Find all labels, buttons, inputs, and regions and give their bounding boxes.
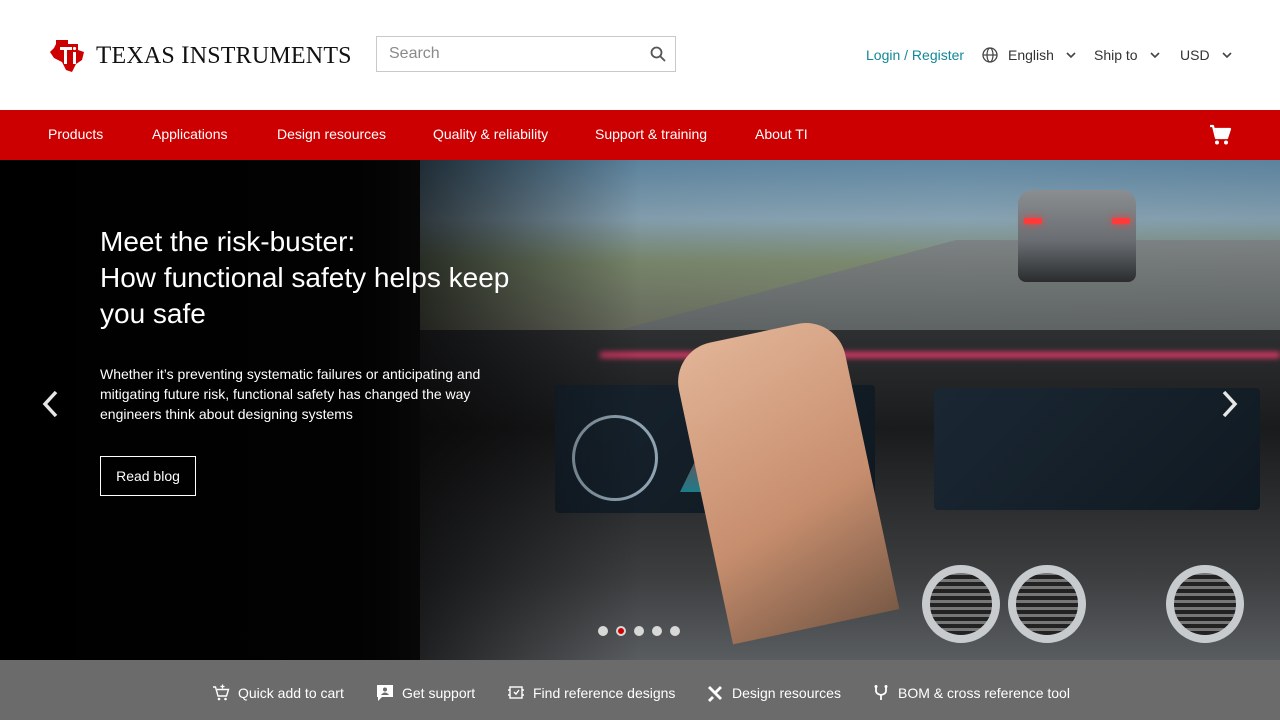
main-nav: Products Applications Design resources Q… [0, 110, 1280, 160]
carousel-dot[interactable] [598, 626, 608, 636]
globe-icon [982, 47, 998, 63]
nav-item-quality-reliability[interactable]: Quality & reliability [433, 126, 548, 142]
carousel-dot-active[interactable] [616, 626, 626, 636]
read-blog-label: Read blog [116, 468, 180, 484]
quick-links-bar: Quick add to cart Get support Find refer… [0, 660, 1280, 720]
tools-icon [708, 686, 722, 702]
brand-wordmark: TEXAS INSTRUMENTS [96, 42, 352, 69]
ti-logo[interactable]: TEXAS INSTRUMENTS [48, 36, 352, 76]
ship-to-label: Ship to [1094, 47, 1138, 63]
car-taillight [1024, 218, 1042, 224]
nav-item-products[interactable]: Products [48, 126, 103, 142]
hero-title-line-1: Meet the risk-buster: [100, 226, 356, 257]
ti-state-logo-icon [50, 40, 84, 72]
nav-item-applications[interactable]: Applications [152, 126, 228, 142]
reference-design-icon [508, 686, 524, 699]
find-reference-designs-label: Find reference designs [533, 685, 676, 701]
cart-icon[interactable] [1208, 123, 1232, 147]
get-support-label: Get support [402, 685, 476, 701]
login-register-link[interactable]: Login / Register [866, 44, 964, 66]
currency-label: USD [1180, 47, 1210, 63]
search-icon[interactable] [649, 45, 667, 63]
nav-item-design-resources[interactable]: Design resources [277, 126, 386, 142]
hero-image-car [1018, 190, 1136, 282]
bom-cross-reference-link[interactable]: BOM & cross reference tool [872, 684, 1070, 702]
carousel-prev-icon[interactable] [38, 387, 64, 421]
hero-image-air-vent [1008, 565, 1086, 643]
find-reference-designs-link[interactable]: Find reference designs [507, 684, 675, 702]
design-resources-label: Design resources [732, 685, 841, 701]
hero-image-air-vent [1166, 565, 1244, 643]
chevron-down-icon [1221, 52, 1232, 59]
carousel-indicators [598, 626, 680, 636]
carousel-next-icon[interactable] [1216, 387, 1242, 421]
read-blog-button[interactable]: Read blog [100, 456, 196, 496]
chevron-down-icon [1150, 52, 1160, 59]
get-support-link[interactable]: Get support [376, 684, 475, 702]
car-taillight [1112, 218, 1130, 224]
carousel-dot[interactable] [634, 626, 644, 636]
search-box [376, 36, 676, 72]
language-selector[interactable]: English [982, 44, 1076, 66]
language-label: English [1008, 47, 1054, 63]
login-register-label: Login / Register [866, 47, 965, 63]
search-input[interactable] [377, 37, 637, 71]
ship-to-selector[interactable]: Ship to [1094, 44, 1160, 66]
hero-image-air-vent [922, 565, 1000, 643]
quick-add-cart-icon [213, 684, 230, 701]
support-icon [377, 685, 393, 701]
currency-selector[interactable]: USD [1180, 44, 1232, 66]
carousel-dot[interactable] [652, 626, 662, 636]
chevron-down-icon [1066, 52, 1076, 59]
nav-item-support-training[interactable]: Support & training [595, 126, 707, 142]
quick-add-to-cart-label: Quick add to cart [238, 685, 344, 701]
hero-description: Whether it’s preventing systematic failu… [100, 366, 481, 422]
design-resources-link[interactable]: Design resources [706, 684, 841, 702]
site-header: TEXAS INSTRUMENTS Login / Register Engli… [0, 0, 1280, 110]
hero-title-line-2: How functional safety helps keep you saf… [100, 262, 510, 329]
hero-image-navigation-display [934, 388, 1260, 510]
carousel-dot[interactable] [670, 626, 680, 636]
quick-add-to-cart-link[interactable]: Quick add to cart [212, 684, 344, 702]
hero-title: Meet the risk-buster: How functional saf… [100, 224, 530, 332]
nav-item-about-ti[interactable]: About TI [755, 126, 808, 142]
bom-cross-reference-label: BOM & cross reference tool [898, 685, 1070, 701]
cross-reference-icon [874, 685, 888, 700]
